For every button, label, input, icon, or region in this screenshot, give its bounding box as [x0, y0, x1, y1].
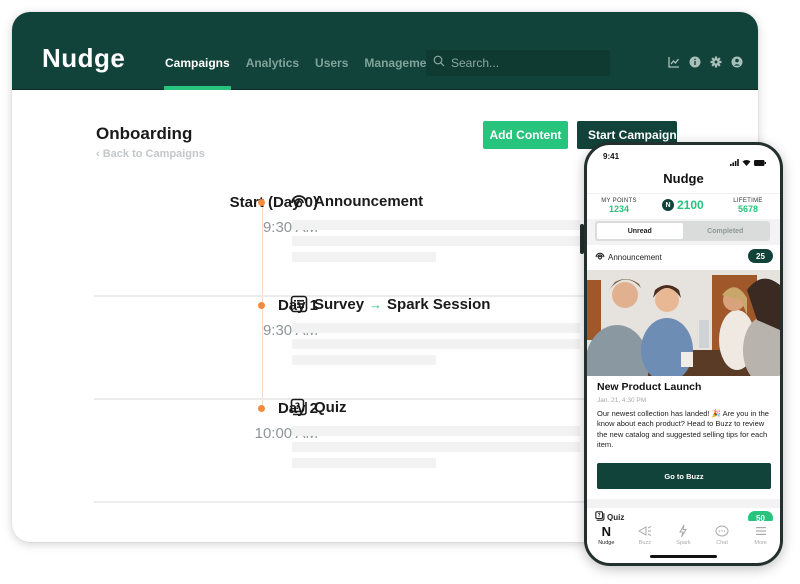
tab-spark[interactable]: Spark	[665, 524, 701, 551]
lightning-icon	[678, 524, 688, 538]
megaphone-icon	[637, 524, 652, 538]
content-placeholder	[292, 323, 580, 333]
step-title: ? Quiz	[290, 398, 347, 416]
content-placeholder	[292, 458, 436, 468]
phone-tab-bar: N Nudge Buzz Spark Chat More	[587, 521, 780, 551]
tab-chat[interactable]: Chat	[704, 524, 740, 551]
search-box[interactable]	[426, 50, 610, 76]
tab-buzz[interactable]: Buzz	[627, 524, 663, 551]
timeline-dot	[258, 405, 265, 412]
add-content-button[interactable]: Add Content	[483, 121, 568, 149]
lifetime-points: LIFETIME 5678	[726, 198, 770, 214]
arrow-right-icon: →	[369, 296, 383, 312]
quiz-icon: ?	[290, 398, 308, 416]
content-placeholder	[292, 339, 580, 349]
phone-mockup: 9:41 Nudge MY POINTS 1234 N 2100 LIFETIM…	[584, 142, 783, 566]
settings-icon[interactable]	[710, 56, 722, 68]
tab-unread[interactable]: Unread	[597, 223, 683, 239]
chevron-left-icon: ‹	[96, 148, 103, 160]
back-to-campaigns-link[interactable]: ‹ Back to Campaigns	[96, 148, 205, 160]
announcement-count-badge: 25	[748, 249, 773, 263]
content-placeholder	[292, 252, 436, 262]
analytics-icon[interactable]	[668, 56, 680, 68]
wifi-icon	[742, 153, 751, 171]
nav-analytics[interactable]: Analytics	[246, 12, 299, 90]
tab-label: Spark	[676, 540, 691, 546]
menu-icon	[755, 524, 766, 538]
chat-icon	[715, 524, 729, 538]
page-title: Onboarding	[96, 124, 193, 143]
my-points: MY POINTS 1234	[597, 198, 641, 214]
step-title: Survey → Spark Session	[290, 295, 490, 313]
content-placeholder	[292, 442, 580, 452]
announcement-icon	[595, 251, 605, 263]
go-to-buzz-button[interactable]: Go to Buzz	[597, 463, 771, 489]
content-placeholder	[292, 426, 580, 436]
tab-nudge[interactable]: N Nudge	[588, 524, 624, 551]
content-placeholder	[292, 236, 580, 246]
current-points: N 2100	[662, 198, 704, 212]
status-bar-icons	[730, 153, 766, 171]
search-input[interactable]	[451, 56, 601, 70]
step-title-text: Survey	[314, 295, 365, 313]
nav-users[interactable]: Users	[315, 12, 348, 90]
survey-icon	[290, 295, 308, 313]
svg-text:?: ?	[295, 402, 300, 412]
lifetime-value: 5678	[737, 204, 759, 214]
tab-label: Buzz	[638, 540, 651, 546]
tab-label: Nudge	[598, 540, 615, 546]
card-title: New Product Launch	[597, 381, 702, 393]
content-placeholder	[292, 220, 580, 230]
step-title-text: Announcement	[314, 192, 424, 210]
step-title-suffix: Spark Session	[387, 295, 491, 313]
step-title-text: Quiz	[314, 398, 347, 416]
content-placeholder	[292, 355, 436, 365]
segment-control: Unread Completed	[595, 221, 770, 241]
svg-text:?: ?	[598, 513, 601, 519]
points-summary: MY POINTS 1234 N 2100 LIFETIME 5678	[587, 193, 780, 219]
current-points-value: 2100	[677, 198, 704, 212]
timeline-dot	[258, 199, 265, 206]
nudge-logo-icon: N	[601, 523, 611, 539]
tab-more[interactable]: More	[743, 524, 779, 551]
timeline-dot	[258, 302, 265, 309]
card-date: Jan. 21, 4:30 PM	[597, 397, 647, 404]
account-icon[interactable]	[731, 56, 743, 68]
announcement-label: Announcement	[608, 252, 662, 262]
info-icon[interactable]	[689, 56, 701, 68]
tab-completed[interactable]: Completed	[683, 223, 769, 239]
card-body: Our newest collection has landed! 🎉 Are …	[597, 409, 769, 449]
nudge-coin-icon: N	[662, 199, 674, 211]
status-bar-time: 9:41	[603, 152, 620, 161]
home-indicator[interactable]	[650, 555, 717, 558]
search-icon	[433, 54, 445, 72]
main-nav: Campaigns Analytics Users Management	[164, 12, 454, 90]
signal-icon	[730, 153, 739, 171]
section-divider	[587, 499, 780, 508]
announcement-icon	[290, 192, 308, 210]
phone-app-title: Nudge	[663, 171, 704, 186]
step-title: Announcement	[290, 192, 423, 210]
announcement-header: Announcement	[595, 251, 662, 263]
tab-label: Chat	[716, 540, 728, 546]
battery-icon	[754, 153, 766, 171]
header-icons	[668, 56, 743, 68]
my-points-value: 1234	[608, 204, 630, 214]
app-logo[interactable]: Nudge	[42, 43, 125, 74]
top-navigation-bar: Nudge Campaigns Analytics Users Manageme…	[12, 12, 758, 90]
announcement-photo	[587, 270, 780, 376]
back-link-label: Back to Campaigns	[102, 148, 205, 160]
nav-campaigns[interactable]: Campaigns	[164, 12, 231, 90]
segment-control-area: Unread Completed	[587, 219, 780, 245]
tab-label: More	[754, 540, 767, 546]
